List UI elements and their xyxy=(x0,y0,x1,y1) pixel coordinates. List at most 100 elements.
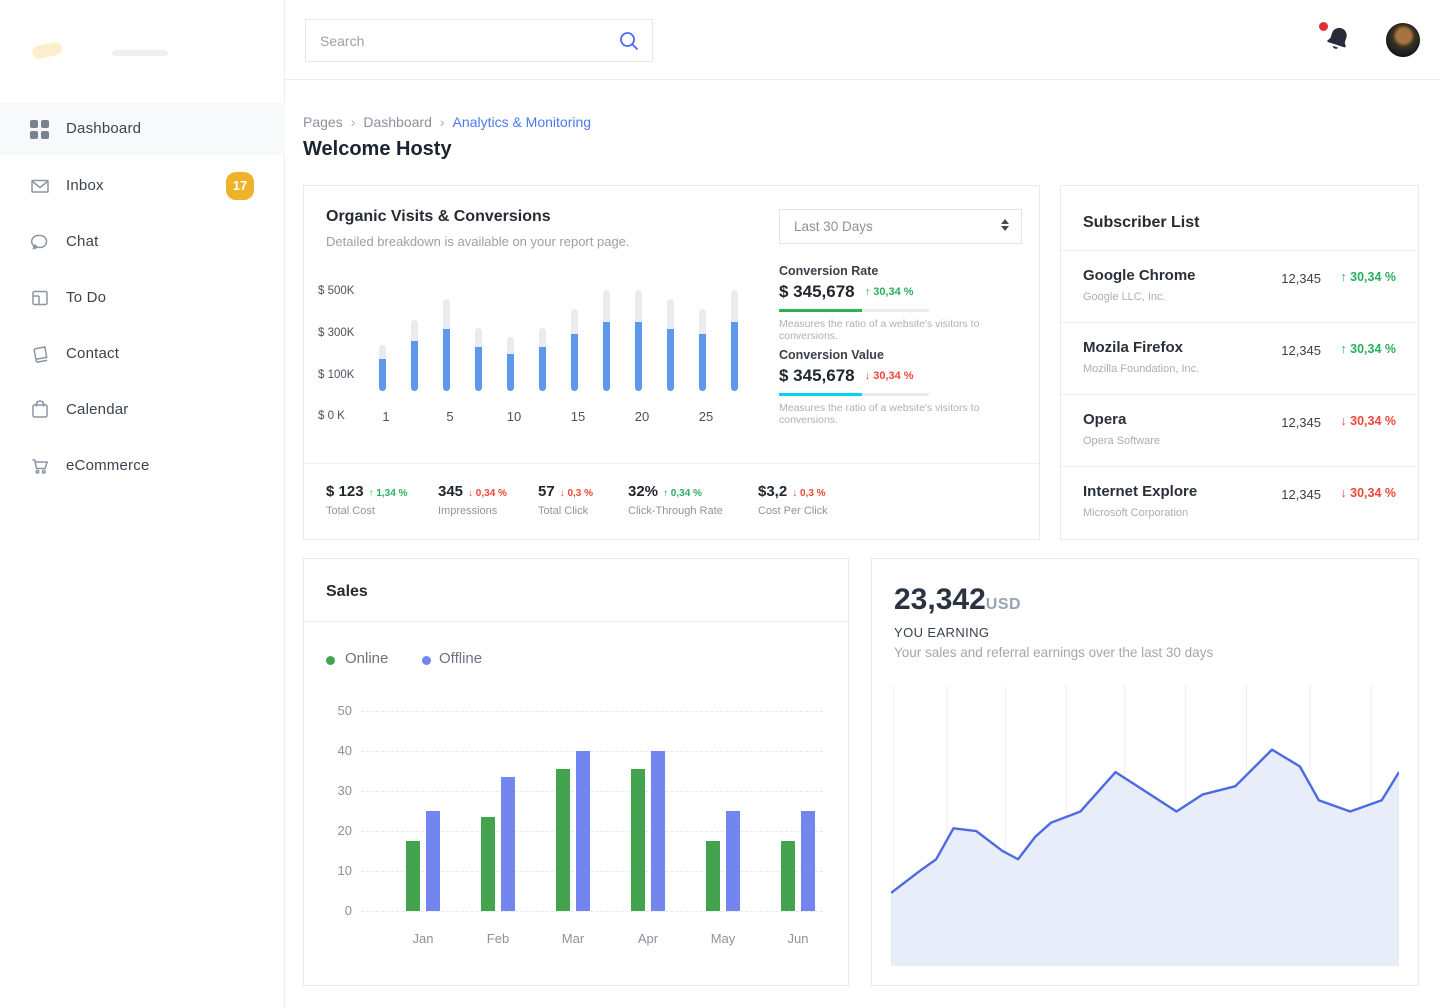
stat-total-cost: $ 123↑ 1,34 % Total Cost xyxy=(326,483,407,501)
x-axis-tick: 5 xyxy=(446,409,453,424)
logo-text-ghost xyxy=(112,50,168,56)
calendar-icon xyxy=(30,400,50,420)
search-input[interactable] xyxy=(320,20,610,61)
inbox-badge: 17 xyxy=(226,172,254,200)
x-axis-tick: May xyxy=(711,931,736,946)
sidebar-item-inbox[interactable]: Inbox 17 xyxy=(0,160,285,212)
divider xyxy=(304,621,848,622)
dashboard-page: Dashboard Inbox 17 Chat To Do Cont xyxy=(0,0,1440,1008)
sidebar-item-label: Contact xyxy=(66,345,119,362)
shopping-cart-icon xyxy=(30,456,50,476)
x-axis-tick: 1 xyxy=(382,409,389,424)
gridline xyxy=(361,751,823,752)
bar-visits xyxy=(379,359,386,391)
legend-label-online: Online xyxy=(345,650,388,667)
sales-bar-chart xyxy=(361,711,823,911)
bar-visits xyxy=(507,354,514,391)
sidebar-item-chat[interactable]: Chat xyxy=(0,216,285,268)
conversion-value-delta: ↓ 30,34 % xyxy=(865,370,914,382)
earning-currency: USD xyxy=(986,596,1021,613)
y-axis-tick: 20 xyxy=(314,823,352,838)
subscriber-delta: ↑ 30,34 % xyxy=(1340,342,1396,356)
select-arrows-icon xyxy=(1001,219,1009,231)
stat-impressions: 345↓ 0,34 % Impressions xyxy=(438,483,507,501)
stat-cpc: $3,2↓ 0,3 % Cost Per Click xyxy=(758,483,826,501)
search-icon[interactable] xyxy=(618,30,640,52)
gridline xyxy=(361,911,823,912)
conversion-rate-caption: Measures the ratio of a website's visito… xyxy=(779,318,1039,342)
dashboard-grid-icon xyxy=(30,120,50,140)
bar-visits xyxy=(571,334,578,391)
y-axis-label: $ 100K xyxy=(318,369,370,381)
subscriber-delta: ↑ 30,34 % xyxy=(1340,270,1396,284)
todo-layout-icon xyxy=(30,288,50,308)
bar-offline xyxy=(801,811,815,911)
sidebar-item-dashboard[interactable]: Dashboard xyxy=(0,103,285,155)
browser-name: Internet Explore xyxy=(1083,483,1197,500)
bar-offline xyxy=(726,811,740,911)
contact-book-icon xyxy=(30,344,50,364)
organic-bar-chart xyxy=(379,271,763,391)
bar-offline xyxy=(576,751,590,911)
conversion-rate-value: $ 345,678↑ 30,34 % xyxy=(779,282,914,302)
sidebar-item-label: Dashboard xyxy=(66,120,141,137)
gridline xyxy=(361,711,823,712)
subscriber-row[interactable]: Internet Explore Microsoft Corporation 1… xyxy=(1061,467,1418,539)
sidebar-item-calendar[interactable]: Calendar xyxy=(0,384,285,436)
bar-online xyxy=(481,817,495,911)
earnings-card: 23,342USD YOU EARNING Your sales and ref… xyxy=(871,558,1419,986)
subscriber-count: 12,345 xyxy=(1281,487,1321,502)
stat-total-click: 57↓ 0,3 % Total Click xyxy=(538,483,593,501)
subscriber-card-title: Subscriber List xyxy=(1083,214,1199,232)
user-avatar[interactable] xyxy=(1386,23,1420,57)
x-axis-tick: 20 xyxy=(635,409,649,424)
sidebar-item-ecommerce[interactable]: eCommerce xyxy=(0,440,285,492)
sidebar-item-label: To Do xyxy=(66,289,106,306)
logo-mark xyxy=(31,41,63,60)
y-axis-tick: 10 xyxy=(314,863,352,878)
notification-bell-icon[interactable] xyxy=(1323,24,1355,56)
x-axis-tick: Apr xyxy=(638,931,658,946)
conversion-value-label: Conversion Value xyxy=(779,348,884,362)
sales-card: Sales Online Offline 50403020100 JanFebM… xyxy=(303,558,849,986)
earning-amount: 23,342USD xyxy=(894,583,1021,617)
page-title: Welcome Hosty xyxy=(303,138,452,161)
subscriber-list-card: Subscriber List Google Chrome Google LLC… xyxy=(1060,185,1419,540)
gridline xyxy=(361,791,823,792)
bar-online xyxy=(631,769,645,911)
browser-name: Mozila Firefox xyxy=(1083,339,1183,356)
breadcrumb-separator: › xyxy=(351,114,356,130)
sales-card-title: Sales xyxy=(326,583,368,601)
y-axis-label: $ 500K xyxy=(318,285,370,297)
breadcrumb-pages[interactable]: Pages xyxy=(303,114,343,130)
sidebar-item-contact[interactable]: Contact xyxy=(0,328,285,380)
x-axis-tick: 15 xyxy=(571,409,585,424)
breadcrumb-dashboard[interactable]: Dashboard xyxy=(363,114,432,130)
bar-visits xyxy=(411,341,418,391)
conversion-value-caption: Measures the ratio of a website's visito… xyxy=(779,402,1039,426)
chat-bubble-icon xyxy=(30,232,50,252)
bar-online xyxy=(406,841,420,911)
bar-offline xyxy=(651,751,665,911)
subscriber-row[interactable]: Opera Opera Software 12,345 ↓ 30,34 % xyxy=(1061,395,1418,467)
breadcrumb-analytics[interactable]: Analytics & Monitoring xyxy=(453,114,592,130)
subscriber-count: 12,345 xyxy=(1281,343,1321,358)
notification-dot xyxy=(1319,22,1328,31)
bar-visits xyxy=(603,322,610,391)
subscriber-delta: ↓ 30,34 % xyxy=(1340,486,1396,500)
bar-offline xyxy=(501,777,515,911)
subscriber-row[interactable]: Google Chrome Google LLC, Inc. 12,345 ↑ … xyxy=(1061,251,1418,323)
bar-visits xyxy=(667,329,674,391)
y-axis-tick: 30 xyxy=(314,783,352,798)
subscriber-row[interactable]: Mozila Firefox Mozilla Foundation, Inc. … xyxy=(1061,323,1418,395)
breadcrumb: Pages›Dashboard›Analytics & Monitoring xyxy=(303,114,591,130)
topbar xyxy=(285,0,1440,80)
subscriber-delta: ↓ 30,34 % xyxy=(1340,414,1396,428)
browser-name: Opera xyxy=(1083,411,1126,428)
subscriber-count: 12,345 xyxy=(1281,415,1321,430)
legend-dot-online xyxy=(326,656,335,665)
y-axis-tick: 40 xyxy=(314,743,352,758)
sidebar-item-todo[interactable]: To Do xyxy=(0,272,285,324)
y-axis-tick: 0 xyxy=(314,903,352,918)
period-select[interactable]: Last 30 Days xyxy=(779,209,1022,244)
